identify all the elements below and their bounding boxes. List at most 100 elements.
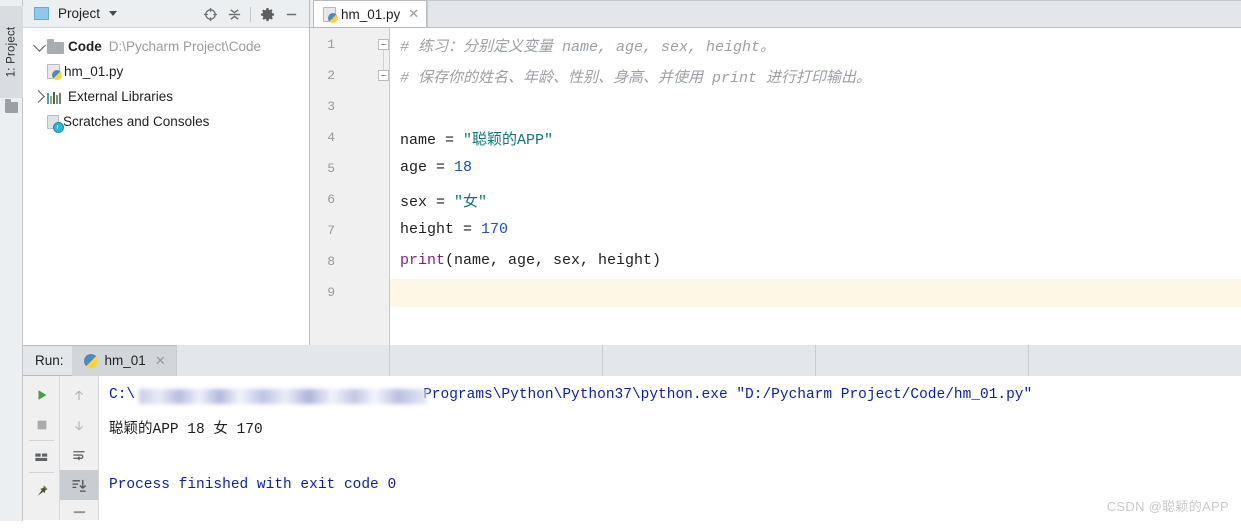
stop-icon[interactable] — [23, 410, 60, 440]
code-token: 18 — [454, 159, 473, 176]
code-fold-icon[interactable] — [378, 70, 389, 81]
toolbar-divider — [29, 440, 54, 441]
arrow-up-icon[interactable] — [60, 380, 98, 410]
pycharm-window: 1: Project Project Code D:\Pycharm Proje… — [0, 0, 1241, 521]
tree-node-external-libraries[interactable]: External Libraries — [23, 84, 309, 109]
minimize-icon[interactable] — [279, 2, 303, 26]
chevron-down-icon[interactable] — [32, 38, 47, 52]
code-token: "聪颖的APP" — [463, 132, 554, 149]
tool-window-button-project[interactable]: 1: Project — [0, 6, 23, 98]
libraries-icon — [47, 89, 64, 105]
code-line: age = 18 — [400, 159, 472, 176]
code-token: name = — [400, 132, 464, 149]
project-window-icon — [34, 7, 49, 20]
code-token: "女" — [454, 194, 488, 211]
tree-node-external-libraries-label: External Libraries — [68, 89, 174, 104]
run-icon[interactable] — [23, 380, 60, 410]
line-number: 7 — [327, 223, 335, 238]
code-line: # 练习：分别定义变量 name, age, sex, height。 — [400, 35, 775, 56]
console-line-text-suffix: Programs\Python\Python37\python.exe "D:/… — [423, 387, 1033, 403]
line-number: 1 — [327, 37, 335, 52]
tree-node-hm01-py-label: hm_01.py — [64, 64, 124, 79]
python-file-icon — [47, 64, 62, 80]
arrow-down-icon[interactable] — [60, 410, 98, 440]
code-token: (name, age, sex, height) — [445, 252, 662, 269]
editor-area: hm_01.py ✕ 1 2 3 4 5 6 7 8 9 # 练习：分别定义变量 name, a… — [310, 0, 1241, 345]
layout-icon[interactable] — [23, 442, 60, 472]
code-line: name = "聪颖的APP" — [400, 128, 553, 149]
tree-node-scratches-label: Scratches and Consoles — [63, 114, 210, 129]
console-line-text: Process finished with exit code 0 — [109, 477, 397, 493]
folder-icon — [47, 39, 64, 54]
close-icon[interactable]: ✕ — [155, 353, 166, 369]
run-tab-bar-filler — [175, 345, 1241, 376]
code-line: print(name, age, sex, height) — [400, 252, 661, 269]
run-console-area: C:\ Programs\Python\Python37\python.exe "… — [23, 376, 1241, 520]
code-line: sex = "女" — [400, 190, 487, 211]
soft-wrap-icon[interactable] — [60, 440, 98, 470]
close-icon[interactable]: ✕ — [408, 6, 419, 22]
tool-window-button-project-label: 1: Project — [5, 26, 18, 78]
toolbar-divider — [29, 472, 54, 473]
chevron-down-icon[interactable] — [109, 11, 118, 16]
line-number: 4 — [327, 130, 335, 145]
print-icon[interactable] — [60, 500, 98, 530]
console-output[interactable]: C:\ Programs\Python\Python37\python.exe "… — [99, 376, 1241, 520]
run-panel-label: Run: — [35, 353, 64, 368]
code-token: sex = — [400, 194, 455, 211]
editor-tab-label: hm_01.py — [341, 6, 401, 22]
scroll-to-end-icon[interactable] — [60, 470, 98, 500]
editor-tab-hm01-py[interactable]: hm_01.py ✕ — [313, 0, 428, 27]
fold-connector — [383, 50, 384, 70]
python-icon — [83, 353, 98, 368]
line-number-gutter[interactable]: 1 2 3 4 5 6 7 8 9 — [310, 28, 390, 345]
tree-node-hm01-py[interactable]: hm_01.py — [23, 59, 309, 84]
pin-icon[interactable] — [23, 476, 60, 506]
console-line: C:\ Programs\Python\Python37\python.exe "… — [109, 387, 1033, 404]
scratches-icon — [47, 114, 64, 133]
line-number: 9 — [327, 285, 335, 300]
code-token: # 练习：分别定义变量 name, age, sex, height。 — [400, 39, 776, 56]
project-panel-header: Project — [23, 0, 309, 28]
code-text[interactable]: # 练习：分别定义变量 name, age, sex, height。 # 保存你… — [390, 28, 1241, 345]
project-tree: Code D:\Pycharm Project\Code hm_01.py Ex… — [23, 28, 309, 134]
code-token: 170 — [481, 221, 509, 238]
run-tab-label: hm_01 — [104, 353, 146, 368]
run-toolbar-primary — [23, 376, 60, 520]
console-line-text: C:\ — [109, 387, 136, 403]
run-tool-window: Run: hm_01 ✕ C:\ Programs\Python\Python3… — [23, 345, 1241, 521]
collapse-all-icon[interactable] — [222, 2, 246, 26]
line-number: 3 — [327, 99, 335, 114]
code-fold-icon[interactable] — [378, 39, 389, 50]
locate-icon[interactable] — [198, 2, 222, 26]
left-tool-strip: 1: Project — [0, 0, 23, 521]
code-line: # 保存你的姓名、年龄、性别、身高、并使用 print 进行打印输出。 — [400, 66, 871, 87]
code-token: # 保存你的姓名、年龄、性别、身高、并使用 print 进行打印输出。 — [400, 70, 872, 87]
project-panel-toolbar — [198, 0, 303, 28]
run-toolbar-secondary — [60, 376, 99, 520]
gear-icon[interactable] — [255, 2, 279, 26]
redacted-path-region — [139, 389, 427, 404]
code-editor[interactable]: 1 2 3 4 5 6 7 8 9 # 练习：分别定义变量 name, age, sex, he… — [310, 28, 1241, 345]
console-line: Process finished with exit code 0 — [109, 477, 396, 493]
project-panel-title: Project — [58, 6, 101, 21]
python-file-icon — [323, 6, 338, 23]
chevron-right-icon[interactable] — [32, 90, 47, 103]
editor-tab-bar-filler — [427, 0, 1241, 27]
code-token: print — [400, 252, 446, 269]
folder-icon[interactable] — [5, 99, 18, 113]
toolbar-divider — [250, 6, 251, 22]
console-line: 聪颖的APP 18 女 170 — [109, 417, 263, 438]
tree-node-scratches[interactable]: Scratches and Consoles — [23, 109, 309, 134]
tree-node-code-label: Code — [68, 39, 102, 54]
project-tool-window: Project Code D:\Pycharm Project\Code hm_… — [23, 0, 310, 345]
tree-node-code-path: D:\Pycharm Project\Code — [108, 39, 262, 54]
tree-node-code[interactable]: Code D:\Pycharm Project\Code — [23, 34, 309, 59]
editor-tab-bar: hm_01.py ✕ — [310, 0, 1241, 28]
line-number: 8 — [327, 254, 335, 269]
run-tab-bar: Run: hm_01 ✕ — [23, 345, 1241, 376]
line-number: 6 — [327, 192, 335, 207]
run-tab-hm01[interactable]: hm_01 ✕ — [71, 345, 176, 376]
line-number: 2 — [327, 68, 335, 83]
code-token: age = — [400, 159, 455, 176]
